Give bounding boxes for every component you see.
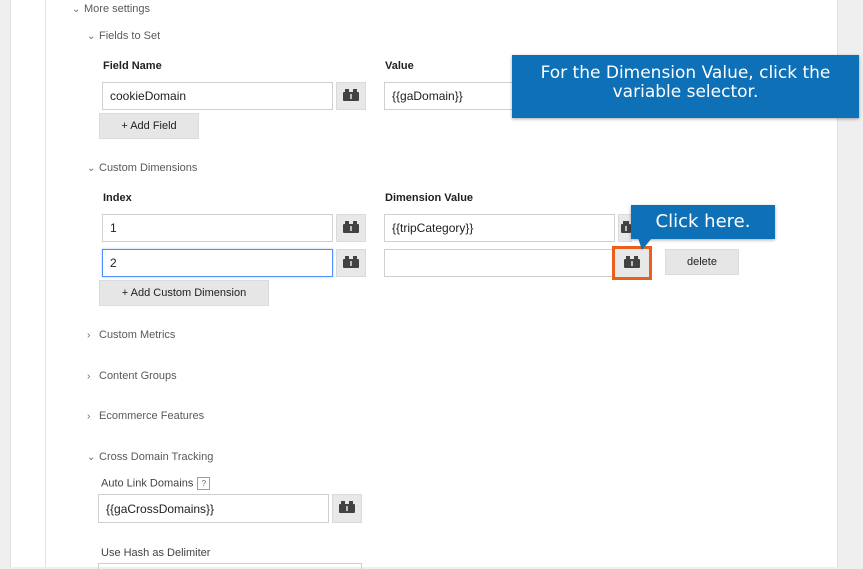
- content-groups-toggle[interactable]: › Content Groups: [87, 370, 177, 382]
- value-header: Value: [385, 60, 414, 72]
- ecommerce-features-toggle[interactable]: › Ecommerce Features: [87, 410, 204, 422]
- dimension-value-variable-button-highlighted[interactable]: [612, 246, 652, 280]
- fields-to-set-label: Fields to Set: [99, 30, 161, 42]
- dimension-value-tip-text: For the Dimension Value, click the varia…: [540, 63, 831, 102]
- custom-metrics-toggle[interactable]: › Custom Metrics: [87, 329, 175, 341]
- cross-domain-toggle[interactable]: ⌄ Cross Domain Tracking: [87, 451, 213, 463]
- add-custom-dimension-button[interactable]: + Add Custom Dimension: [99, 280, 269, 306]
- dimension-value-input[interactable]: [384, 214, 615, 242]
- dimension-value-tip-callout: For the Dimension Value, click the varia…: [512, 55, 859, 118]
- use-hash-select[interactable]: [98, 563, 362, 569]
- custom-dimensions-toggle[interactable]: ⌄ Custom Dimensions: [87, 162, 197, 174]
- variable-brick-icon: [624, 255, 640, 268]
- ecommerce-features-label: Ecommerce Features: [99, 410, 205, 422]
- chevron-right-icon: ›: [87, 330, 91, 341]
- auto-link-variable-button[interactable]: [332, 494, 362, 523]
- cross-domain-label: Cross Domain Tracking: [99, 451, 214, 463]
- click-here-text: Click here.: [655, 211, 751, 232]
- dimension-index-input[interactable]: [102, 214, 333, 242]
- chevron-down-icon: ⌄: [87, 31, 96, 42]
- help-icon[interactable]: ?: [197, 477, 211, 490]
- fields-to-set-toggle[interactable]: ⌄ Fields to Set: [87, 30, 160, 42]
- chevron-right-icon: ›: [87, 371, 91, 382]
- auto-link-domains-label-row: Auto Link Domains?: [101, 477, 211, 490]
- index-variable-button[interactable]: [336, 214, 366, 242]
- field-name-header: Field Name: [103, 60, 162, 72]
- field-name-variable-button[interactable]: [336, 82, 366, 110]
- custom-dimensions-label: Custom Dimensions: [99, 162, 198, 174]
- chevron-down-icon: ⌄: [72, 4, 81, 15]
- dimension-value-header: Dimension Value: [385, 192, 474, 204]
- dimension-value-variable-button[interactable]: [618, 214, 632, 242]
- dimension-value-input[interactable]: [384, 249, 615, 277]
- chevron-down-icon: ⌄: [87, 452, 96, 463]
- auto-link-domains-label: Auto Link Domains: [101, 477, 194, 490]
- use-hash-label: Use Hash as Delimiter: [101, 547, 211, 559]
- more-settings-toggle[interactable]: ⌄ More settings: [72, 3, 150, 15]
- custom-metrics-label: Custom Metrics: [99, 329, 176, 341]
- field-name-input[interactable]: [102, 82, 333, 110]
- add-field-button[interactable]: + Add Field: [99, 113, 199, 139]
- panel-divider: [45, 0, 46, 567]
- content-groups-label: Content Groups: [99, 370, 177, 382]
- variable-brick-icon: [343, 255, 359, 268]
- dimension-index-input[interactable]: [102, 249, 333, 277]
- chevron-down-icon: ⌄: [87, 163, 96, 174]
- index-header: Index: [103, 192, 132, 204]
- auto-link-domains-input[interactable]: [98, 494, 329, 523]
- delete-dimension-button[interactable]: delete: [665, 249, 739, 275]
- chevron-right-icon: ›: [87, 411, 91, 422]
- more-settings-label: More settings: [84, 3, 151, 15]
- variable-brick-icon: [343, 88, 359, 101]
- index-variable-button[interactable]: [336, 249, 366, 277]
- variable-brick-icon: [620, 220, 631, 233]
- field-value-input[interactable]: [384, 82, 514, 110]
- click-here-callout: Click here.: [631, 205, 775, 239]
- variable-brick-icon: [339, 501, 355, 513]
- callout-pointer-icon: [638, 238, 652, 250]
- variable-brick-icon: [343, 220, 359, 233]
